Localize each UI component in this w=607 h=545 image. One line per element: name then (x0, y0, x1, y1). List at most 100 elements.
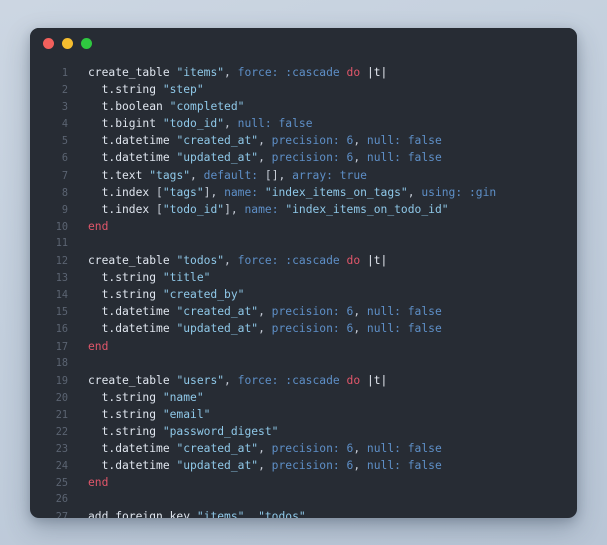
code-token: do (346, 254, 361, 268)
code-line-content: create_table "todos", force: :cascade do… (78, 252, 577, 269)
code-line[interactable]: 26 (30, 491, 577, 508)
line-number: 19 (55, 375, 68, 387)
code-line[interactable]: 27 add_foreign_key "items", "todos" (30, 508, 577, 518)
code-line[interactable]: 4 t.bigint "todo_id", null: false (30, 115, 577, 132)
code-line[interactable]: 12 create_table "todos", force: :cascade … (30, 252, 577, 269)
code-token: , (244, 510, 259, 518)
code-line-content: end (78, 218, 577, 235)
code-line-content: t.index ["tags"], name: "index_items_on_… (78, 184, 577, 201)
code-token: t.datetime (88, 459, 170, 473)
code-token: "items" (196, 510, 245, 518)
line-number: 10 (55, 221, 68, 233)
code-token: t.datetime (88, 151, 170, 165)
code-token: false (407, 322, 442, 336)
code-token: "step" (162, 83, 204, 97)
code-token: null: (366, 134, 401, 148)
code-token: "updated_at" (176, 459, 259, 473)
code-line-content: t.text "tags", default: [], array: true (78, 167, 577, 184)
code-line[interactable]: 11 (30, 235, 577, 252)
code-token: null: (366, 322, 401, 336)
line-number: 6 (61, 153, 68, 165)
maximize-button[interactable] (81, 37, 92, 49)
code-token: t.datetime (88, 134, 170, 148)
code-line[interactable]: 5 t.datetime "created_at", precision: 6,… (30, 132, 577, 149)
code-line[interactable]: 7 t.text "tags", default: [], array: tru… (30, 167, 577, 184)
code-line-content: t.string "password_digest" (78, 423, 577, 440)
code-viewport[interactable]: 1 create_table "items", force: :cascade d… (30, 58, 577, 518)
code-line[interactable]: 21 t.string "email" (30, 406, 577, 423)
code-line[interactable]: 22 t.string "password_digest" (30, 423, 577, 440)
code-line[interactable]: 18 (30, 355, 577, 372)
code-line[interactable]: 13 t.string "title" (30, 269, 577, 286)
code-line[interactable]: 2 t.string "step" (30, 81, 577, 98)
line-number: 4 (61, 119, 68, 131)
line-number: 21 (55, 409, 68, 421)
code-line[interactable]: 9 t.index ["todo_id"], name: "index_item… (30, 201, 577, 218)
line-number: 11 (55, 237, 68, 249)
code-line[interactable]: 3 t.boolean "completed" (30, 98, 577, 115)
code-token: , (258, 151, 272, 165)
code-token: default: (203, 168, 259, 182)
line-number: 5 (61, 136, 68, 148)
code-token: end (88, 476, 109, 490)
code-token: "name" (162, 390, 204, 404)
code-line[interactable]: 1 create_table "items", force: :cascade d… (30, 64, 577, 81)
line-number: 15 (55, 307, 68, 319)
code-token: , (258, 322, 272, 336)
code-token: |t| (366, 66, 388, 79)
code-token: t.datetime (88, 322, 170, 336)
code-line-content: end (78, 338, 577, 355)
code-token: "users" (176, 373, 225, 387)
code-line[interactable]: 15 t.datetime "created_at", precision: 6… (30, 303, 577, 320)
code-token: false (407, 134, 442, 148)
code-line-content: t.string "title" (78, 269, 577, 286)
code-line-content: t.string "name" (78, 389, 577, 406)
code-line[interactable]: 8 t.index ["tags"], name: "index_items_o… (30, 184, 577, 201)
code-line-content: create_table "items", force: :cascade do… (78, 64, 577, 81)
minimize-button[interactable] (62, 37, 73, 49)
code-line[interactable]: 24 t.datetime "updated_at", precision: 6… (30, 457, 577, 474)
window-titlebar[interactable] (30, 28, 577, 58)
code-line[interactable]: 17 end (30, 338, 577, 355)
code-token: [ (156, 185, 163, 199)
line-number: 27 (55, 512, 68, 518)
code-line[interactable]: 20 t.string "name" (30, 389, 577, 406)
code-token: "todo_id" (162, 117, 225, 131)
code-line-content: t.datetime "updated_at", precision: 6, n… (78, 320, 577, 337)
code-token: end (88, 339, 109, 353)
code-line[interactable]: 23 t.datetime "created_at", precision: 6… (30, 440, 577, 457)
code-line[interactable]: 16 t.datetime "updated_at", precision: 6… (30, 320, 577, 337)
code-token: , (353, 305, 367, 319)
code-line-content: t.string "step" (78, 81, 577, 98)
screenshot-stage: 1 create_table "items", force: :cascade d… (0, 0, 607, 545)
code-token: "tags" (149, 168, 191, 182)
code-token: , (258, 442, 272, 456)
code-line[interactable]: 14 t.string "created_by" (30, 286, 577, 303)
code-token: , (224, 66, 238, 79)
code-token: , (278, 168, 293, 182)
code-line[interactable]: 19 create_table "users", force: :cascade … (30, 372, 577, 389)
code-token: precision: (271, 322, 340, 336)
close-button[interactable] (43, 37, 54, 49)
line-number: 26 (55, 494, 68, 506)
code-line[interactable]: 6 t.datetime "updated_at", precision: 6,… (30, 149, 577, 166)
code-token: null: (366, 305, 401, 319)
line-number: 22 (55, 426, 68, 438)
code-token: t.datetime (88, 305, 170, 319)
code-line-content: t.datetime "updated_at", precision: 6, n… (78, 457, 577, 474)
code-token: false (407, 151, 442, 165)
code-token: precision: (271, 151, 340, 165)
code-token: t.boolean (88, 100, 163, 114)
code-token: precision: (271, 305, 340, 319)
code-token: "items" (176, 66, 225, 79)
code-token: name: (244, 202, 279, 216)
code-line[interactable]: 25 end (30, 474, 577, 491)
code-line[interactable]: 10 end (30, 218, 577, 235)
